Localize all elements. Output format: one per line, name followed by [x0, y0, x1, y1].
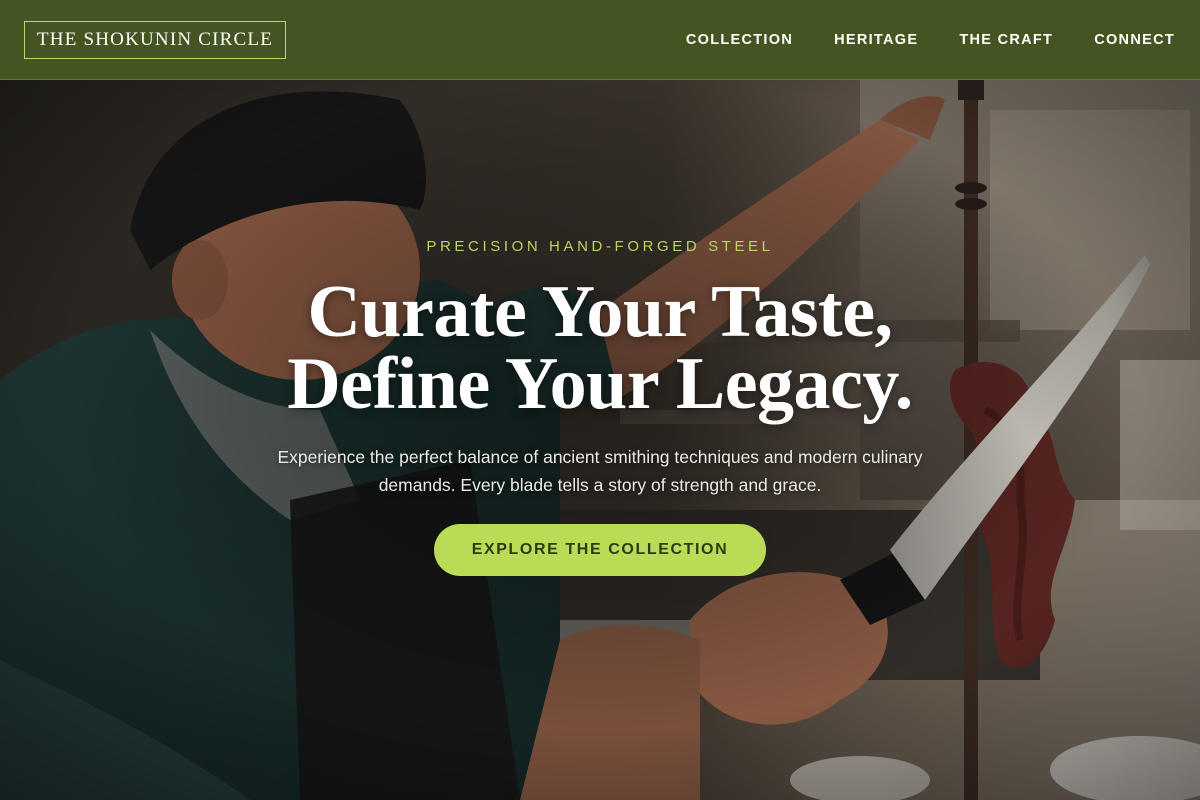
hero-headline-line-2: Define Your Legacy.: [287, 343, 913, 425]
hero-headline-line-1: Curate Your Taste,: [307, 271, 893, 353]
site-logo[interactable]: THE SHOKUNIN CIRCLE: [24, 21, 286, 59]
nav-link-collection[interactable]: COLLECTION: [686, 32, 793, 48]
hero-headline: Curate Your Taste, Define Your Legacy.: [0, 271, 1200, 425]
hero-description: Experience the perfect balance of ancien…: [277, 447, 923, 495]
nav-link-connect[interactable]: CONNECT: [1094, 32, 1175, 48]
site-header: THE SHOKUNIN CIRCLE COLLECTION HERITAGE …: [0, 0, 1200, 80]
nav-link-heritage[interactable]: HERITAGE: [834, 32, 918, 48]
hero-content: PRECISION HAND-FORGED STEEL Curate Your …: [0, 80, 1200, 800]
hero-eyebrow: PRECISION HAND-FORGED STEEL: [426, 238, 774, 255]
nav-link-the-craft[interactable]: THE CRAFT: [959, 32, 1053, 48]
hero-section: PRECISION HAND-FORGED STEEL Curate Your …: [0, 80, 1200, 800]
main-nav: COLLECTION HERITAGE THE CRAFT CONNECT: [645, 0, 1175, 80]
explore-collection-button[interactable]: EXPLORE THE COLLECTION: [434, 524, 766, 576]
